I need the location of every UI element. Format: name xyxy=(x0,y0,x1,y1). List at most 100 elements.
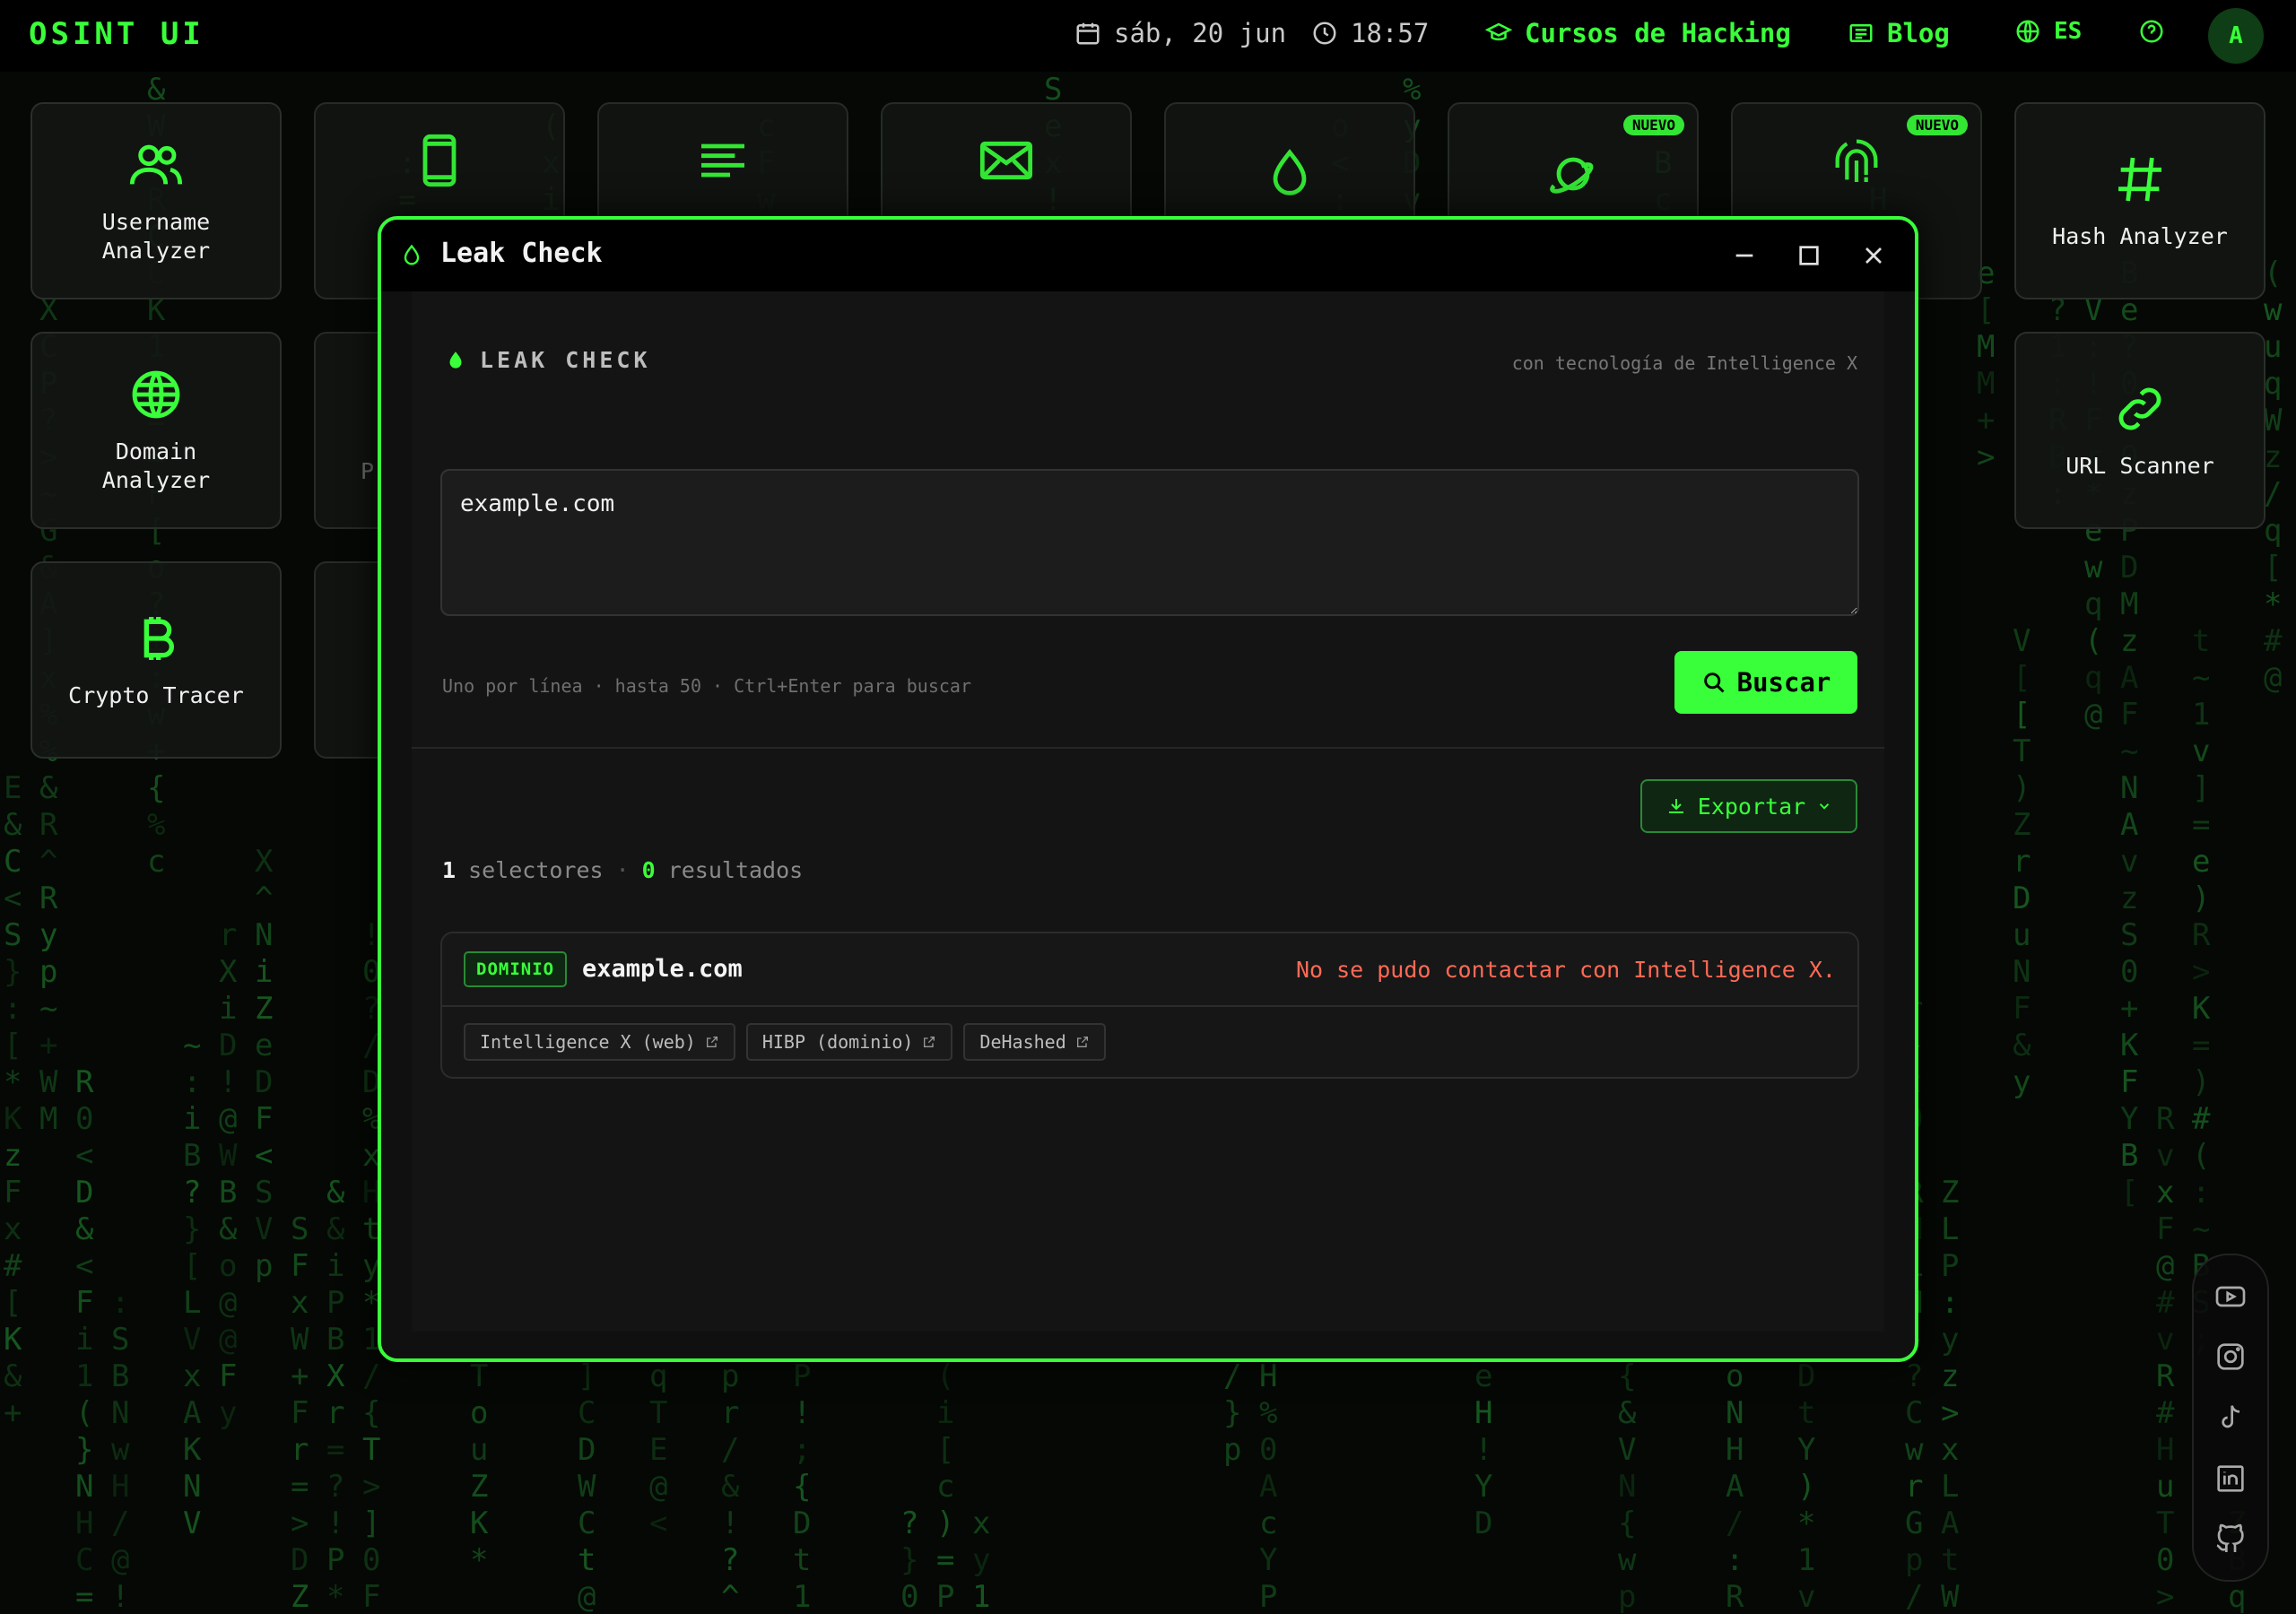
matrix-glyph: p xyxy=(721,1358,740,1394)
matrix-glyph: t xyxy=(578,1542,596,1578)
matrix-glyph: A xyxy=(2120,660,2139,696)
matrix-glyph: R xyxy=(1726,1579,1744,1614)
courses-label: Cursos de Hacking xyxy=(1525,18,1791,48)
tiktok-icon[interactable] xyxy=(2213,1400,2248,1436)
matrix-glyph: i xyxy=(75,1322,94,1358)
matrix-glyph: F xyxy=(4,1175,22,1210)
matrix-glyph: @ xyxy=(111,1542,130,1578)
matrix-glyph: x xyxy=(4,1211,22,1247)
matrix-glyph: 1 xyxy=(1797,1542,1816,1578)
matrix-glyph: : xyxy=(4,991,22,1027)
matrix-glyph: C xyxy=(1905,1395,1924,1431)
matrix-glyph: ? xyxy=(721,1542,740,1578)
tool-card-username-analyzer[interactable]: Username Analyzer xyxy=(30,102,282,299)
matrix-glyph: 1 xyxy=(2192,697,2211,733)
user-avatar[interactable]: A xyxy=(2208,8,2264,64)
maximize-icon[interactable] xyxy=(1795,241,1823,270)
matrix-glyph: ! xyxy=(793,1395,812,1431)
tool-card-domain-analyzer[interactable]: Domain Analyzer xyxy=(30,332,282,529)
matrix-glyph: : xyxy=(111,1285,130,1321)
matrix-glyph: V xyxy=(183,1322,202,1358)
matrix-glyph: D xyxy=(793,1506,812,1541)
matrix-glyph: K xyxy=(2120,1028,2139,1063)
matrix-glyph: { xyxy=(1618,1358,1637,1394)
matrix-glyph: T xyxy=(470,1358,489,1394)
matrix-glyph: } xyxy=(75,1432,94,1468)
result-domain: example.com xyxy=(582,955,743,983)
matrix-glyph: y xyxy=(1941,1322,1960,1358)
selectors-input[interactable]: example.com xyxy=(440,469,1859,616)
matrix-glyph: x xyxy=(1941,1432,1960,1468)
matrix-glyph: u xyxy=(2264,329,2283,365)
matrix-glyph: v xyxy=(2120,844,2139,880)
linkedin-icon[interactable] xyxy=(2213,1461,2248,1497)
matrix-glyph: } xyxy=(1223,1395,1242,1431)
link-hibp[interactable]: HIBP (dominio) xyxy=(745,1023,953,1061)
matrix-glyph: R xyxy=(39,881,58,916)
matrix-glyph: c xyxy=(936,1469,955,1505)
tool-label: Crypto Tracer xyxy=(68,682,244,708)
blog-link[interactable]: Blog xyxy=(1848,18,1950,48)
window-titlebar[interactable]: Leak Check xyxy=(381,220,1915,291)
courses-link[interactable]: Cursos de Hacking xyxy=(1485,18,1791,48)
search-button[interactable]: Buscar xyxy=(1674,651,1857,714)
window-content: LEAK CHECK con tecnología de Intelligenc… xyxy=(412,291,1884,1332)
matrix-glyph: D xyxy=(2120,550,2139,586)
globe-icon xyxy=(132,370,180,419)
brand-logo[interactable]: OSINT UI xyxy=(29,16,204,52)
link-label: HIBP (dominio) xyxy=(761,1031,914,1053)
matrix-glyph: z xyxy=(4,1138,22,1174)
matrix-glyph: B xyxy=(219,1175,238,1210)
close-icon[interactable] xyxy=(1859,241,1888,270)
matrix-glyph: H xyxy=(1259,1358,1278,1394)
matrix-glyph: T xyxy=(362,1432,381,1468)
matrix-glyph: w xyxy=(111,1432,130,1468)
matrix-glyph: E xyxy=(649,1432,668,1468)
matrix-glyph: N xyxy=(2120,770,2139,806)
matrix-glyph: v xyxy=(1797,1579,1816,1614)
search-icon xyxy=(1703,672,1725,693)
matrix-glyph: [ xyxy=(1977,292,1996,328)
results-label: resultados xyxy=(667,857,804,883)
minimize-icon[interactable] xyxy=(1730,241,1759,270)
link-intelligence-x[interactable]: Intelligence X (web) xyxy=(464,1023,735,1061)
matrix-glyph: [ xyxy=(2264,550,2283,586)
link-dehashed[interactable]: DeHashed xyxy=(963,1023,1106,1061)
tool-card-url-scanner[interactable]: URL Scanner xyxy=(2014,332,2266,529)
instagram-icon[interactable] xyxy=(2213,1339,2248,1375)
matrix-glyph: H xyxy=(75,1506,94,1541)
matrix-glyph: Z xyxy=(291,1579,309,1614)
matrix-glyph: A xyxy=(1941,1506,1960,1541)
matrix-glyph: ^ xyxy=(39,844,58,880)
matrix-glyph: r xyxy=(1905,1469,1924,1505)
link-icon xyxy=(2118,387,2161,430)
tool-card-crypto-tracer[interactable]: Crypto Tracer xyxy=(30,561,282,759)
export-dropdown-button[interactable]: Exportar xyxy=(1640,779,1857,833)
matrix-glyph: & xyxy=(721,1469,740,1505)
matrix-glyph: ^ xyxy=(721,1579,740,1614)
help-button[interactable] xyxy=(2138,18,2165,45)
time-text: 18:57 xyxy=(1351,18,1430,48)
matrix-glyph: S xyxy=(255,1175,274,1210)
tool-label: P xyxy=(361,458,375,484)
matrix-glyph: / xyxy=(362,1358,381,1394)
matrix-glyph: q xyxy=(2084,586,2103,622)
matrix-glyph: P xyxy=(326,1542,345,1578)
matrix-glyph: e xyxy=(2192,844,2211,880)
github-icon[interactable] xyxy=(2213,1521,2248,1557)
matrix-glyph: Z xyxy=(470,1469,489,1505)
matrix-glyph: 0 xyxy=(1259,1432,1278,1468)
matrix-glyph: W xyxy=(219,1138,238,1174)
tool-card-hash-analyzer[interactable]: Hash Analyzer xyxy=(2014,102,2266,299)
matrix-glyph: A xyxy=(2120,807,2139,843)
matrix-glyph: D xyxy=(291,1542,309,1578)
language-switch[interactable]: ES xyxy=(2014,18,2082,45)
matrix-glyph: < xyxy=(75,1138,94,1174)
selectors-count: 1 xyxy=(442,857,457,883)
date-text: sáb, 20 jun xyxy=(1114,18,1287,48)
matrix-glyph: v xyxy=(2156,1138,2175,1174)
matrix-glyph: } xyxy=(183,1211,202,1247)
link-label: DeHashed xyxy=(979,1031,1066,1053)
matrix-glyph: ? xyxy=(1905,1358,1924,1394)
youtube-icon[interactable] xyxy=(2213,1279,2248,1315)
